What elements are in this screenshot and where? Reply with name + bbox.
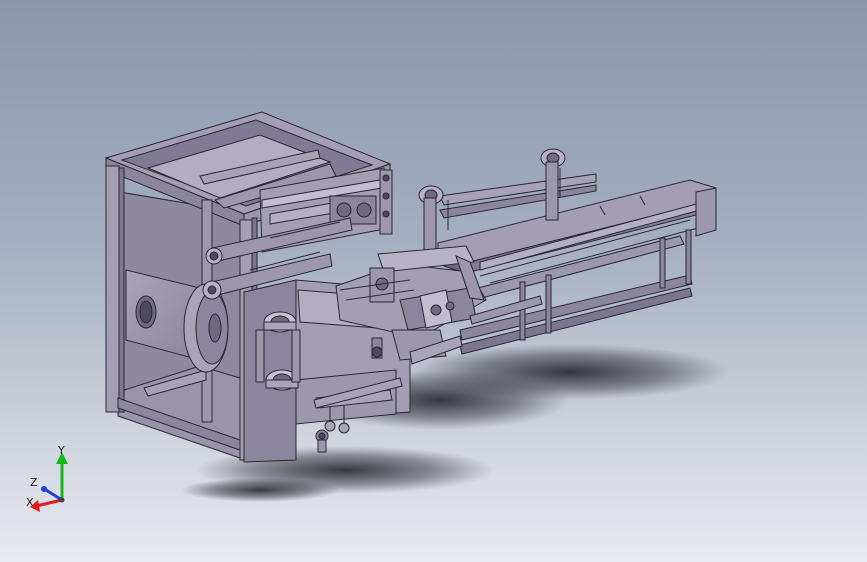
cad-viewport[interactable]: Y Z X [0,0,867,562]
triad-x-axis [35,498,63,508]
triad-z-axis [45,488,63,502]
triad-z-endpoint-icon [41,486,47,492]
coordinate-triad: Y Z X [22,442,80,514]
triad-z-label: Z [30,476,38,489]
triad-x-label: X [26,496,34,509]
triad-y-label: Y [58,444,65,457]
machine-model-view[interactable] [0,0,867,562]
triad-origin-icon [59,497,65,503]
